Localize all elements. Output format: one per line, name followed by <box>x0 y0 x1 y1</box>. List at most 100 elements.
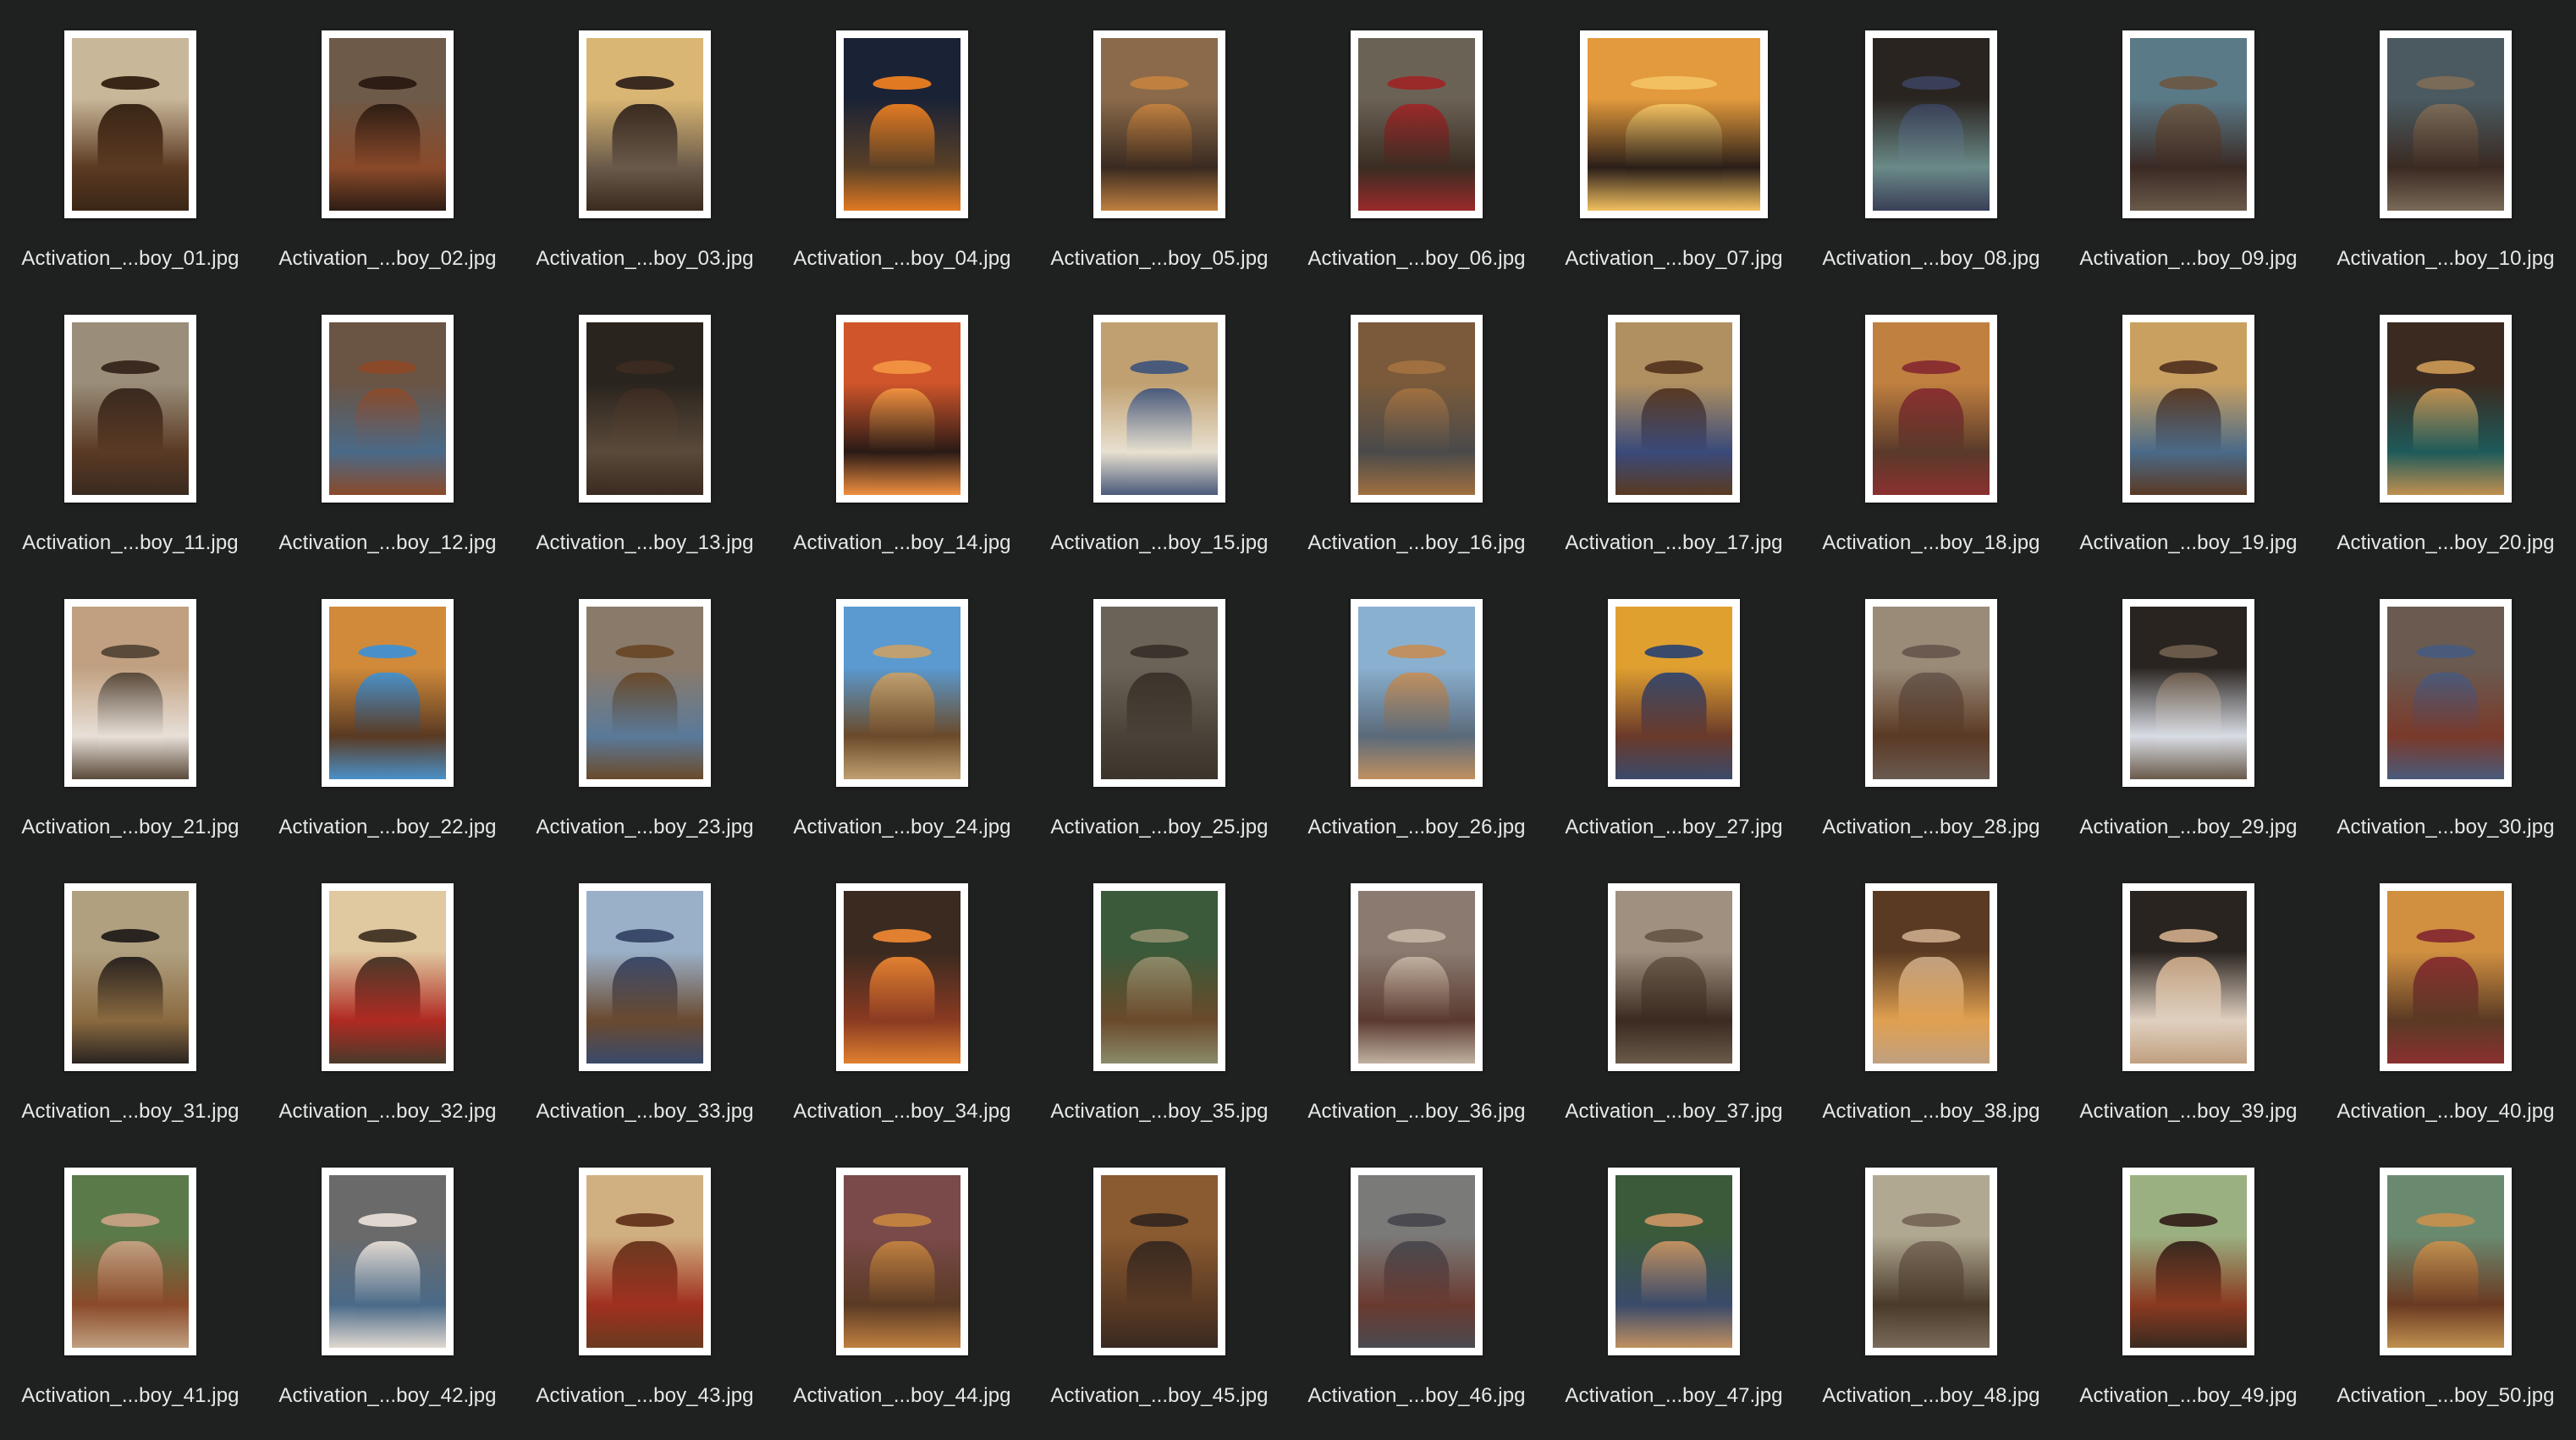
file-item[interactable]: Activation_...boy_01.jpg <box>2 3 259 288</box>
file-item[interactable]: Activation_...boy_40.jpg <box>2317 856 2574 1140</box>
file-item[interactable]: Activation_...boy_21.jpg <box>2 572 259 856</box>
file-name[interactable]: Activation_...boy_15.jpg <box>1031 531 1288 555</box>
file-name[interactable]: Activation_...boy_17.jpg <box>1545 531 1803 555</box>
image-thumbnail[interactable] <box>2380 315 2512 503</box>
file-item[interactable]: Activation_...boy_50.jpg <box>2317 1140 2574 1425</box>
file-name[interactable]: Activation_...boy_09.jpg <box>2060 247 2317 271</box>
file-item[interactable]: Activation_...boy_41.jpg <box>2 1140 259 1425</box>
file-name[interactable]: Activation_...boy_07.jpg <box>1545 247 1803 271</box>
image-thumbnail[interactable] <box>1865 883 1997 1071</box>
file-item[interactable]: Activation_...boy_37.jpg <box>1545 856 1803 1140</box>
file-item[interactable]: Activation_...boy_29.jpg <box>2060 572 2317 856</box>
file-item[interactable]: Activation_...boy_20.jpg <box>2317 288 2574 572</box>
image-thumbnail[interactable] <box>1608 315 1740 503</box>
file-item[interactable]: Activation_...boy_35.jpg <box>1031 856 1288 1140</box>
image-thumbnail[interactable] <box>2380 1168 2512 1355</box>
file-item[interactable]: Activation_...boy_14.jpg <box>773 288 1031 572</box>
file-name[interactable]: Activation_...boy_20.jpg <box>2317 531 2574 555</box>
image-thumbnail[interactable] <box>1865 1168 1997 1355</box>
image-thumbnail[interactable] <box>64 1168 196 1355</box>
file-item[interactable]: Activation_...boy_03.jpg <box>516 3 773 288</box>
image-thumbnail[interactable] <box>2380 599 2512 787</box>
image-thumbnail[interactable] <box>1093 315 1225 503</box>
file-item[interactable]: Activation_...boy_09.jpg <box>2060 3 2317 288</box>
file-item[interactable]: Activation_...boy_49.jpg <box>2060 1140 2317 1425</box>
file-item[interactable]: Activation_...boy_24.jpg <box>773 572 1031 856</box>
file-name[interactable]: Activation_...boy_19.jpg <box>2060 531 2317 555</box>
image-thumbnail[interactable] <box>2122 883 2254 1071</box>
file-item[interactable]: Activation_...boy_26.jpg <box>1288 572 1545 856</box>
image-thumbnail[interactable] <box>1580 30 1768 218</box>
file-item[interactable]: Activation_...boy_32.jpg <box>259 856 516 1140</box>
file-item[interactable]: Activation_...boy_36.jpg <box>1288 856 1545 1140</box>
file-item[interactable]: Activation_...boy_05.jpg <box>1031 3 1288 288</box>
file-item[interactable]: Activation_...boy_19.jpg <box>2060 288 2317 572</box>
file-item[interactable]: Activation_...boy_07.jpg <box>1545 3 1803 288</box>
file-name[interactable]: Activation_...boy_41.jpg <box>2 1384 259 1408</box>
image-thumbnail[interactable] <box>2122 30 2254 218</box>
file-item[interactable]: Activation_...boy_39.jpg <box>2060 856 2317 1140</box>
file-name[interactable]: Activation_...boy_46.jpg <box>1288 1384 1545 1408</box>
image-thumbnail[interactable] <box>1351 315 1483 503</box>
file-item[interactable]: Activation_...boy_10.jpg <box>2317 3 2574 288</box>
file-item[interactable]: Activation_...boy_06.jpg <box>1288 3 1545 288</box>
image-thumbnail[interactable] <box>322 30 454 218</box>
image-thumbnail[interactable] <box>579 30 711 218</box>
file-item[interactable]: Activation_...boy_43.jpg <box>516 1140 773 1425</box>
image-thumbnail[interactable] <box>1351 30 1483 218</box>
image-thumbnail[interactable] <box>836 599 968 787</box>
file-name[interactable]: Activation_...boy_50.jpg <box>2317 1384 2574 1408</box>
file-item[interactable]: Activation_...boy_16.jpg <box>1288 288 1545 572</box>
file-item[interactable]: Activation_...boy_17.jpg <box>1545 288 1803 572</box>
image-thumbnail[interactable] <box>322 883 454 1071</box>
file-name[interactable]: Activation_...boy_44.jpg <box>773 1384 1031 1408</box>
file-item[interactable]: Activation_...boy_11.jpg <box>2 288 259 572</box>
file-name[interactable]: Activation_...boy_29.jpg <box>2060 816 2317 839</box>
file-item[interactable]: Activation_...boy_12.jpg <box>259 288 516 572</box>
file-item[interactable]: Activation_...boy_13.jpg <box>516 288 773 572</box>
file-name[interactable]: Activation_...boy_36.jpg <box>1288 1100 1545 1124</box>
file-name[interactable]: Activation_...boy_10.jpg <box>2317 247 2574 271</box>
image-thumbnail[interactable] <box>1093 30 1225 218</box>
file-name[interactable]: Activation_...boy_01.jpg <box>2 247 259 271</box>
image-thumbnail[interactable] <box>1608 1168 1740 1355</box>
file-item[interactable]: Activation_...boy_04.jpg <box>773 3 1031 288</box>
file-name[interactable]: Activation_...boy_14.jpg <box>773 531 1031 555</box>
image-thumbnail[interactable] <box>579 883 711 1071</box>
image-thumbnail[interactable] <box>836 1168 968 1355</box>
file-name[interactable]: Activation_...boy_42.jpg <box>259 1384 516 1408</box>
file-item[interactable]: Activation_...boy_47.jpg <box>1545 1140 1803 1425</box>
file-item[interactable]: Activation_...boy_15.jpg <box>1031 288 1288 572</box>
file-name[interactable]: Activation_...boy_18.jpg <box>1803 531 2060 555</box>
file-name[interactable]: Activation_...boy_32.jpg <box>259 1100 516 1124</box>
file-name[interactable]: Activation_...boy_05.jpg <box>1031 247 1288 271</box>
file-item[interactable]: Activation_...boy_45.jpg <box>1031 1140 1288 1425</box>
file-name[interactable]: Activation_...boy_39.jpg <box>2060 1100 2317 1124</box>
image-thumbnail[interactable] <box>322 1168 454 1355</box>
image-thumbnail[interactable] <box>579 599 711 787</box>
image-thumbnail[interactable] <box>1608 599 1740 787</box>
file-name[interactable]: Activation_...boy_03.jpg <box>516 247 773 271</box>
file-name[interactable]: Activation_...boy_31.jpg <box>2 1100 259 1124</box>
image-thumbnail[interactable] <box>836 883 968 1071</box>
file-item[interactable]: Activation_...boy_08.jpg <box>1803 3 2060 288</box>
image-thumbnail[interactable] <box>1351 883 1483 1071</box>
file-item[interactable]: Activation_...boy_44.jpg <box>773 1140 1031 1425</box>
file-name[interactable]: Activation_...boy_45.jpg <box>1031 1384 1288 1408</box>
file-name[interactable]: Activation_...boy_34.jpg <box>773 1100 1031 1124</box>
image-thumbnail[interactable] <box>1608 883 1740 1071</box>
file-item[interactable]: Activation_...boy_46.jpg <box>1288 1140 1545 1425</box>
file-name[interactable]: Activation_...boy_38.jpg <box>1803 1100 2060 1124</box>
file-item[interactable]: Activation_...boy_42.jpg <box>259 1140 516 1425</box>
image-thumbnail[interactable] <box>2380 30 2512 218</box>
file-item[interactable]: Activation_...boy_22.jpg <box>259 572 516 856</box>
image-thumbnail[interactable] <box>836 30 968 218</box>
file-name[interactable]: Activation_...boy_37.jpg <box>1545 1100 1803 1124</box>
image-thumbnail[interactable] <box>2380 883 2512 1071</box>
file-name[interactable]: Activation_...boy_02.jpg <box>259 247 516 271</box>
file-item[interactable]: Activation_...boy_23.jpg <box>516 572 773 856</box>
image-thumbnail[interactable] <box>1093 1168 1225 1355</box>
image-thumbnail[interactable] <box>1093 883 1225 1071</box>
file-item[interactable]: Activation_...boy_30.jpg <box>2317 572 2574 856</box>
file-name[interactable]: Activation_...boy_06.jpg <box>1288 247 1545 271</box>
